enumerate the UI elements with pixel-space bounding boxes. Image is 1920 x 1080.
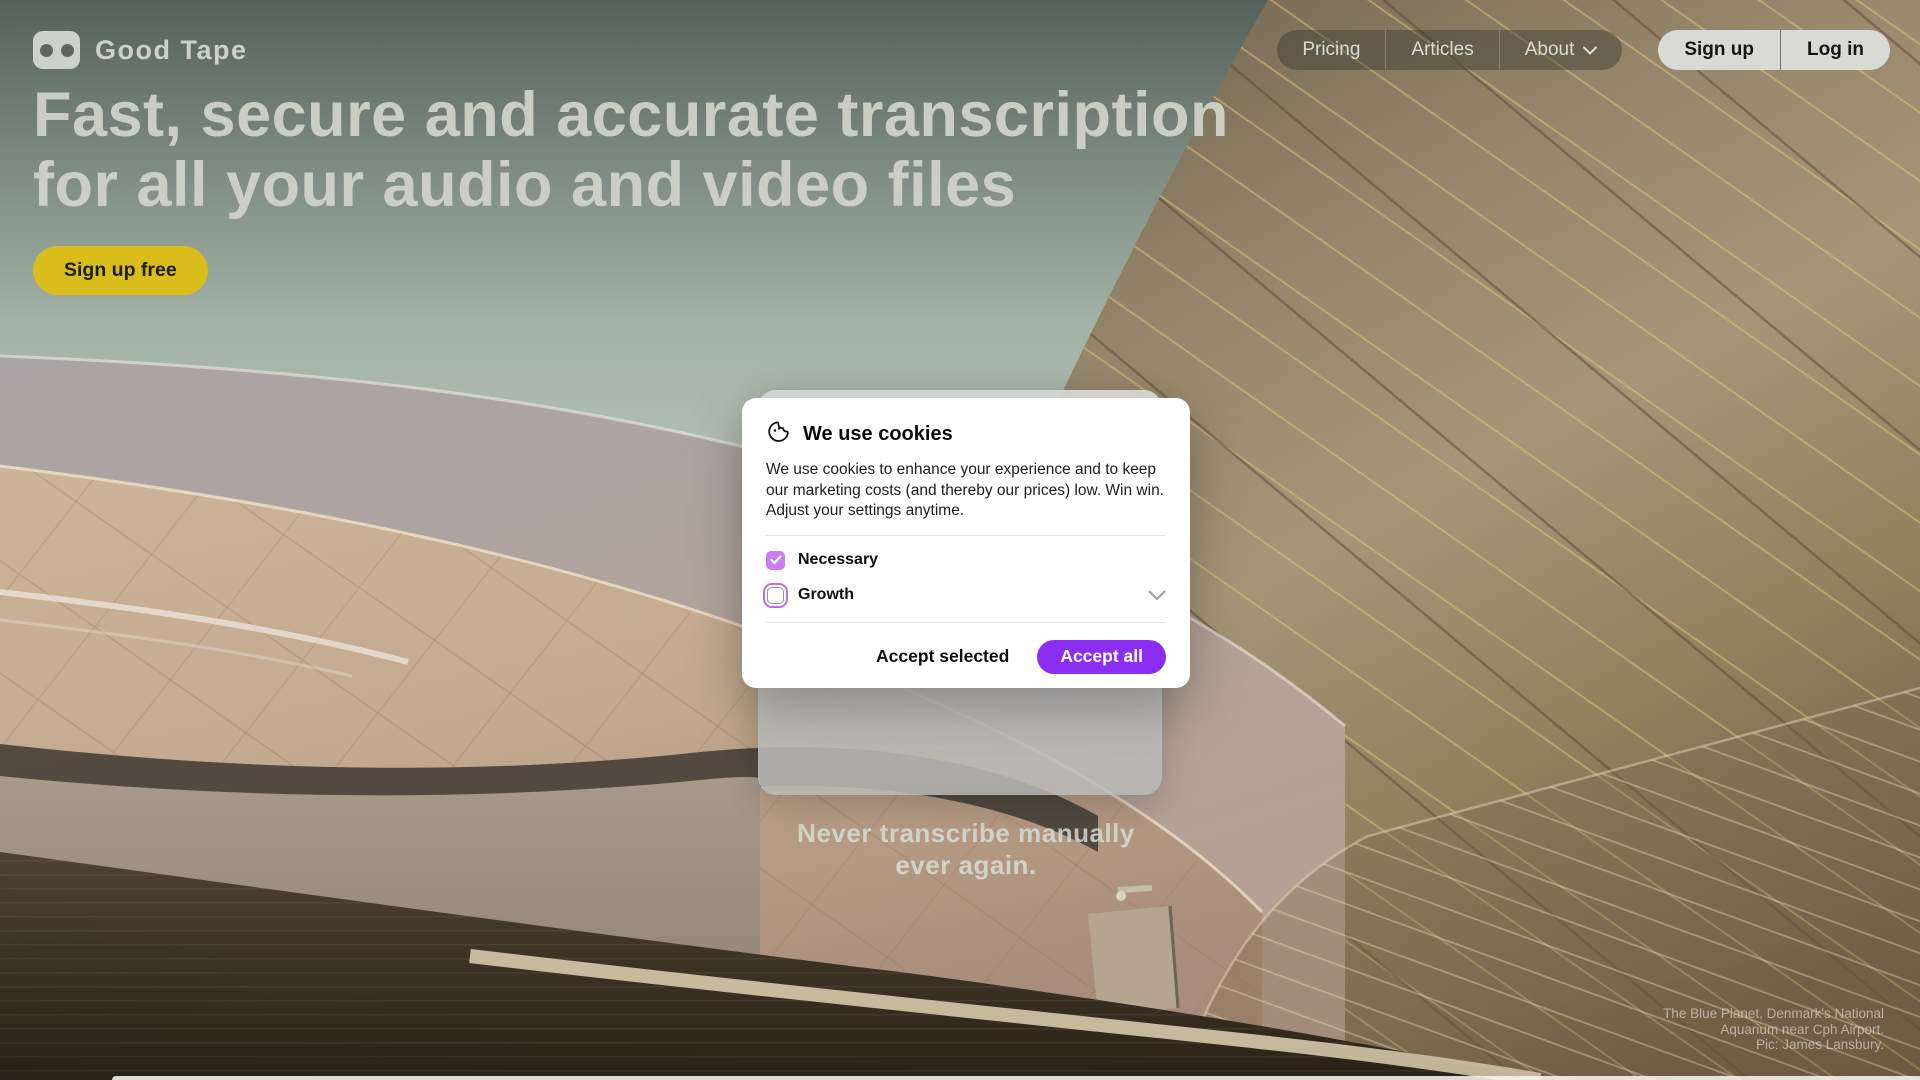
tape-reel-right xyxy=(61,44,74,57)
tagline-line1: Never transcribe manually xyxy=(797,818,1135,848)
cookie-option-growth: Growth xyxy=(766,578,1166,613)
tagline-line2: ever again. xyxy=(895,850,1036,880)
accept-all-button[interactable]: Accept all xyxy=(1037,640,1166,674)
nav-item-articles[interactable]: Articles xyxy=(1386,30,1499,70)
hero-heading-line2: for all your audio and video files xyxy=(33,150,1016,220)
dialog-actions: Accept selected Accept all xyxy=(766,640,1166,674)
hero-heading: Fast, secure and accurate transcription … xyxy=(33,80,1229,220)
dialog-divider-bottom xyxy=(766,622,1166,623)
sign-up-free-button[interactable]: Sign up free xyxy=(33,246,208,295)
nav-item-about-label: About xyxy=(1525,39,1575,61)
page: Good Tape Pricing Articles About Sign up… xyxy=(0,0,1920,1080)
brand-name: Good Tape xyxy=(95,35,248,66)
nav-group: Pricing Articles About Sign up Log in xyxy=(1277,30,1890,70)
necessary-label: Necessary xyxy=(798,551,878,569)
photo-credit-line1: The Blue Planet, Denmark's National xyxy=(1663,1006,1884,1021)
cookie-icon xyxy=(766,419,791,449)
growth-checkbox[interactable] xyxy=(767,587,784,604)
hero-heading-line1: Fast, secure and accurate transcription xyxy=(33,80,1229,150)
chevron-down-icon[interactable] xyxy=(1148,590,1166,601)
cookie-dialog-title: We use cookies xyxy=(803,423,953,446)
auth-nav: Sign up Log in xyxy=(1658,30,1890,70)
photo-credit: The Blue Planet, Denmark's National Aqua… xyxy=(1663,1006,1884,1053)
cookie-dialog-body: We use cookies to enhance your experienc… xyxy=(766,460,1166,522)
growth-label: Growth xyxy=(798,586,854,604)
header: Good Tape Pricing Articles About Sign up… xyxy=(33,28,1890,72)
cookie-dialog-header: We use cookies xyxy=(766,419,1166,449)
sign-up-button[interactable]: Sign up xyxy=(1658,30,1781,70)
cookie-options: Necessary Growth xyxy=(766,536,1166,622)
nav-item-pricing[interactable]: Pricing xyxy=(1277,30,1386,70)
chevron-down-icon xyxy=(1583,39,1597,61)
cassette-tape-icon xyxy=(33,31,80,69)
accept-selected-button[interactable]: Accept selected xyxy=(876,646,1009,667)
cookie-consent-dialog: We use cookies We use cookies to enhance… xyxy=(742,398,1190,688)
log-in-button[interactable]: Log in xyxy=(1781,30,1890,70)
main-nav: Pricing Articles About xyxy=(1277,30,1622,70)
tagline: Never transcribe manually ever again. xyxy=(742,817,1190,881)
brand-logo[interactable]: Good Tape xyxy=(33,31,248,69)
nav-item-about[interactable]: About xyxy=(1500,30,1623,70)
photo-credit-line2: Aquarium near Cph Airport. xyxy=(1720,1022,1884,1037)
photo-credit-line3: Pic: James Lansbury. xyxy=(1756,1037,1884,1052)
tape-reel-left xyxy=(40,44,53,57)
necessary-checkbox[interactable] xyxy=(766,551,785,570)
next-section-edge xyxy=(112,1076,1920,1080)
cookie-option-necessary: Necessary xyxy=(766,543,1166,578)
